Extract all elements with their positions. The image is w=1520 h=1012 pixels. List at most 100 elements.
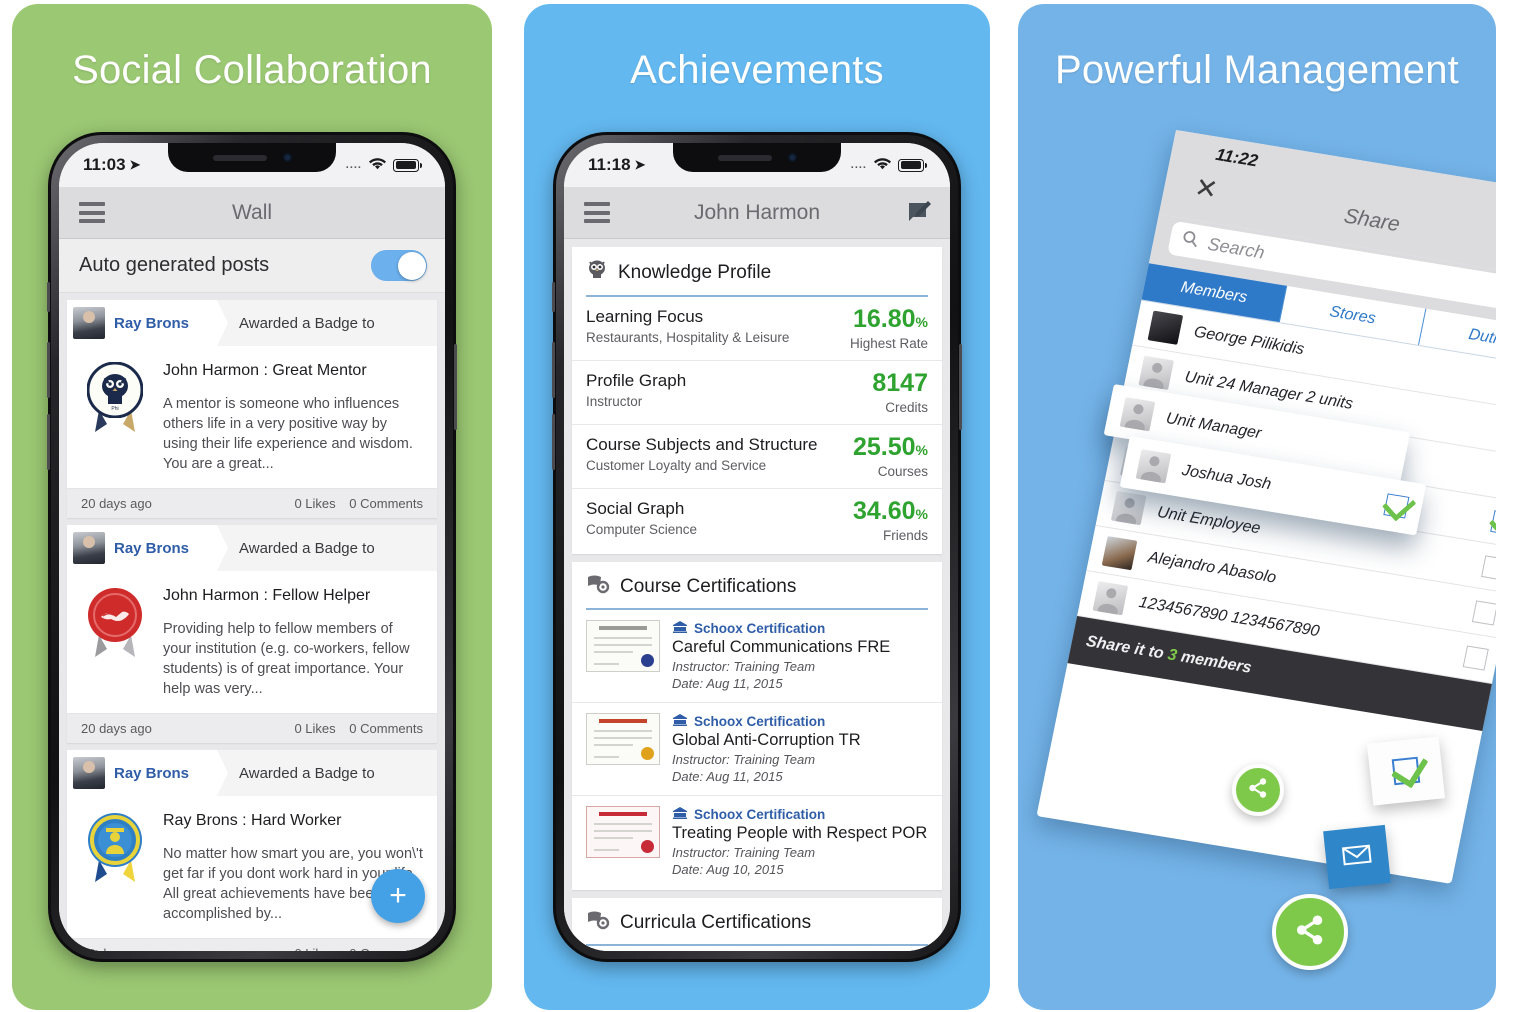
knowledge-row[interactable]: Social Graph Computer Science 34.60% Fri… bbox=[572, 489, 942, 552]
post-author[interactable]: Ray Brons bbox=[67, 525, 217, 571]
row-value: 25.50% bbox=[852, 433, 928, 461]
wall-feed[interactable]: Auto generated posts Ray Brons Awarded a… bbox=[59, 239, 445, 951]
phone-mockup-achievements: 11:18 ➤ .... John Harmon Knowledge Profi… bbox=[552, 132, 962, 962]
phone-power-button[interactable] bbox=[959, 344, 962, 430]
thumb-line bbox=[594, 849, 619, 851]
status-time: 11:18 bbox=[588, 155, 631, 174]
thumb-line bbox=[594, 637, 652, 639]
knowledge-row[interactable]: Learning Focus Restaurants, Hospitality … bbox=[572, 297, 942, 361]
post-header: Ray Brons Awarded a Badge to bbox=[67, 525, 437, 571]
post-card[interactable]: Ray Brons Awarded a Badge to bbox=[67, 300, 437, 518]
phone-volume-up-button[interactable] bbox=[47, 342, 50, 398]
post-card[interactable]: Ray Brons Awarded a Badge to bbox=[67, 750, 437, 951]
certification-date: Date: Aug 11, 2015 bbox=[672, 769, 783, 784]
auto-generated-posts-label: Auto generated posts bbox=[79, 254, 270, 276]
share-button-large[interactable] bbox=[1272, 894, 1348, 970]
phone-volume-down-button[interactable] bbox=[47, 414, 50, 470]
certification-row[interactable]: Schoox Certification Global Anti-Corrupt… bbox=[572, 703, 942, 796]
badge-disc bbox=[87, 587, 143, 643]
post-timestamp: 20 days ago bbox=[81, 946, 152, 951]
post-author[interactable]: Ray Brons bbox=[67, 750, 217, 796]
post-comments[interactable]: 0 Comments bbox=[349, 496, 423, 511]
thumb-line bbox=[594, 823, 652, 825]
badge-disc bbox=[87, 812, 143, 868]
member-checkbox[interactable] bbox=[1462, 644, 1489, 671]
row-value: 16.80% bbox=[852, 305, 928, 333]
avatar bbox=[1101, 535, 1138, 570]
row-value: 8147 bbox=[872, 369, 928, 397]
page-title: John Harmon bbox=[693, 200, 821, 224]
phone-volume-down-button[interactable] bbox=[552, 414, 555, 470]
post-title: John Harmon : Great Mentor bbox=[163, 362, 367, 379]
panel-powerful-management: Powerful Management 11:22 ✕ Share Search bbox=[1018, 4, 1496, 1010]
row-subtitle: Instructor bbox=[586, 394, 643, 409]
member-checkbox[interactable] bbox=[1471, 599, 1496, 626]
post-footer: 20 days ago 0 Likes 0 Comments bbox=[67, 488, 437, 518]
auto-generated-posts-toggle[interactable] bbox=[371, 250, 427, 281]
certification-name: Treating People with Respect POR bbox=[672, 824, 928, 842]
row-title: Course Subjects and Structure bbox=[586, 435, 818, 454]
phone-notch bbox=[673, 143, 841, 172]
battery-full-icon bbox=[393, 158, 423, 172]
thumb-line bbox=[594, 744, 633, 746]
post-likes[interactable]: 0 Likes bbox=[294, 496, 335, 511]
row-labels: Profile Graph Instructor bbox=[586, 371, 686, 409]
row-values: 34.60% Friends bbox=[853, 499, 928, 544]
card-header: Course Certifications bbox=[572, 562, 942, 608]
row-labels: Course Subjects and Structure Customer L… bbox=[586, 435, 818, 473]
thumb-line bbox=[594, 663, 619, 665]
post-header: Ray Brons Awarded a Badge to bbox=[67, 750, 437, 796]
auto-generated-posts-row[interactable]: Auto generated posts bbox=[59, 239, 445, 293]
speaker-grille bbox=[212, 154, 267, 161]
post-likes[interactable]: 0 Likes bbox=[294, 946, 335, 951]
post-author[interactable]: Ray Brons bbox=[67, 300, 217, 346]
post-comments[interactable]: 0 Comments bbox=[349, 721, 423, 736]
panel-achievements: Achievements 11:18 ➤ .... John Harmon Kn… bbox=[524, 4, 990, 1010]
certification-org: Schoox Certification bbox=[672, 806, 927, 822]
post-card[interactable]: Ray Brons Awarded a Badge to bbox=[67, 525, 437, 743]
card-title: Knowledge Profile bbox=[618, 261, 772, 283]
knowledge-row[interactable]: Course Subjects and Structure Customer L… bbox=[572, 425, 942, 489]
diploma-icon bbox=[586, 910, 610, 935]
member-checkbox[interactable] bbox=[1481, 554, 1496, 580]
screenshot-stage: Social Collaboration 11:03 ➤ .... Wall A… bbox=[0, 0, 1520, 1012]
status-time: 11:03 bbox=[83, 155, 126, 174]
achievements-content[interactable]: Knowledge Profile Learning Focus Restaur… bbox=[564, 239, 950, 951]
certification-row[interactable]: Schoox Certification Treating People wit… bbox=[572, 796, 942, 888]
hardworker-badge-icon bbox=[81, 812, 149, 886]
certificate-thumbnail bbox=[586, 620, 660, 672]
add-post-button[interactable]: + bbox=[371, 869, 425, 923]
toggle-knob bbox=[397, 251, 426, 280]
certification-name: Careful Communications FRE bbox=[672, 638, 891, 656]
post-action-text: Awarded a Badge to bbox=[217, 525, 437, 571]
member-checkbox[interactable] bbox=[1490, 509, 1496, 535]
avatar-placeholder bbox=[1135, 449, 1172, 484]
front-camera bbox=[282, 153, 292, 162]
thumb-line bbox=[594, 730, 652, 732]
share-button[interactable] bbox=[1232, 764, 1284, 816]
phone-volume-up-button[interactable] bbox=[552, 342, 555, 398]
phone-mockup-social: 11:03 ➤ .... Wall Auto generated posts R… bbox=[47, 132, 457, 962]
row-labels: Learning Focus Restaurants, Hospitality … bbox=[586, 307, 789, 345]
thumb-line bbox=[594, 837, 633, 839]
post-likes[interactable]: 0 Likes bbox=[294, 721, 335, 736]
member-checkbox[interactable] bbox=[1383, 493, 1410, 519]
phone-power-button[interactable] bbox=[454, 344, 457, 430]
owl-badge-icon: Phi bbox=[81, 361, 149, 436]
certification-name: Global Anti-Corruption TR bbox=[672, 731, 861, 749]
post-author-name: Ray Brons bbox=[114, 764, 190, 782]
certification-instructor: Instructor: Training Team bbox=[672, 845, 816, 860]
panel-title-social: Social Collaboration bbox=[72, 48, 432, 92]
post-author-name: Ray Brons bbox=[114, 314, 190, 332]
certification-row[interactable]: Schoox Certification Careful Communicati… bbox=[572, 610, 942, 703]
post-comments[interactable]: 0 Comments bbox=[349, 946, 423, 951]
post-header: Ray Brons Awarded a Badge to bbox=[67, 300, 437, 346]
phone-mute-button[interactable] bbox=[552, 282, 555, 312]
phone-screen-achievements: 11:18 ➤ .... John Harmon Knowledge Profi… bbox=[564, 143, 950, 951]
phone-mute-button[interactable] bbox=[47, 282, 50, 312]
knowledge-row[interactable]: Profile Graph Instructor 8147 Credits bbox=[572, 361, 942, 425]
schoox-badge-icon bbox=[672, 620, 688, 636]
certification-row[interactable]: Schoox Certification Great Food Intro Cu… bbox=[572, 946, 942, 951]
edit-pencil-icon[interactable] bbox=[907, 200, 932, 225]
post-stats: 0 Likes 0 Comments bbox=[284, 496, 423, 511]
